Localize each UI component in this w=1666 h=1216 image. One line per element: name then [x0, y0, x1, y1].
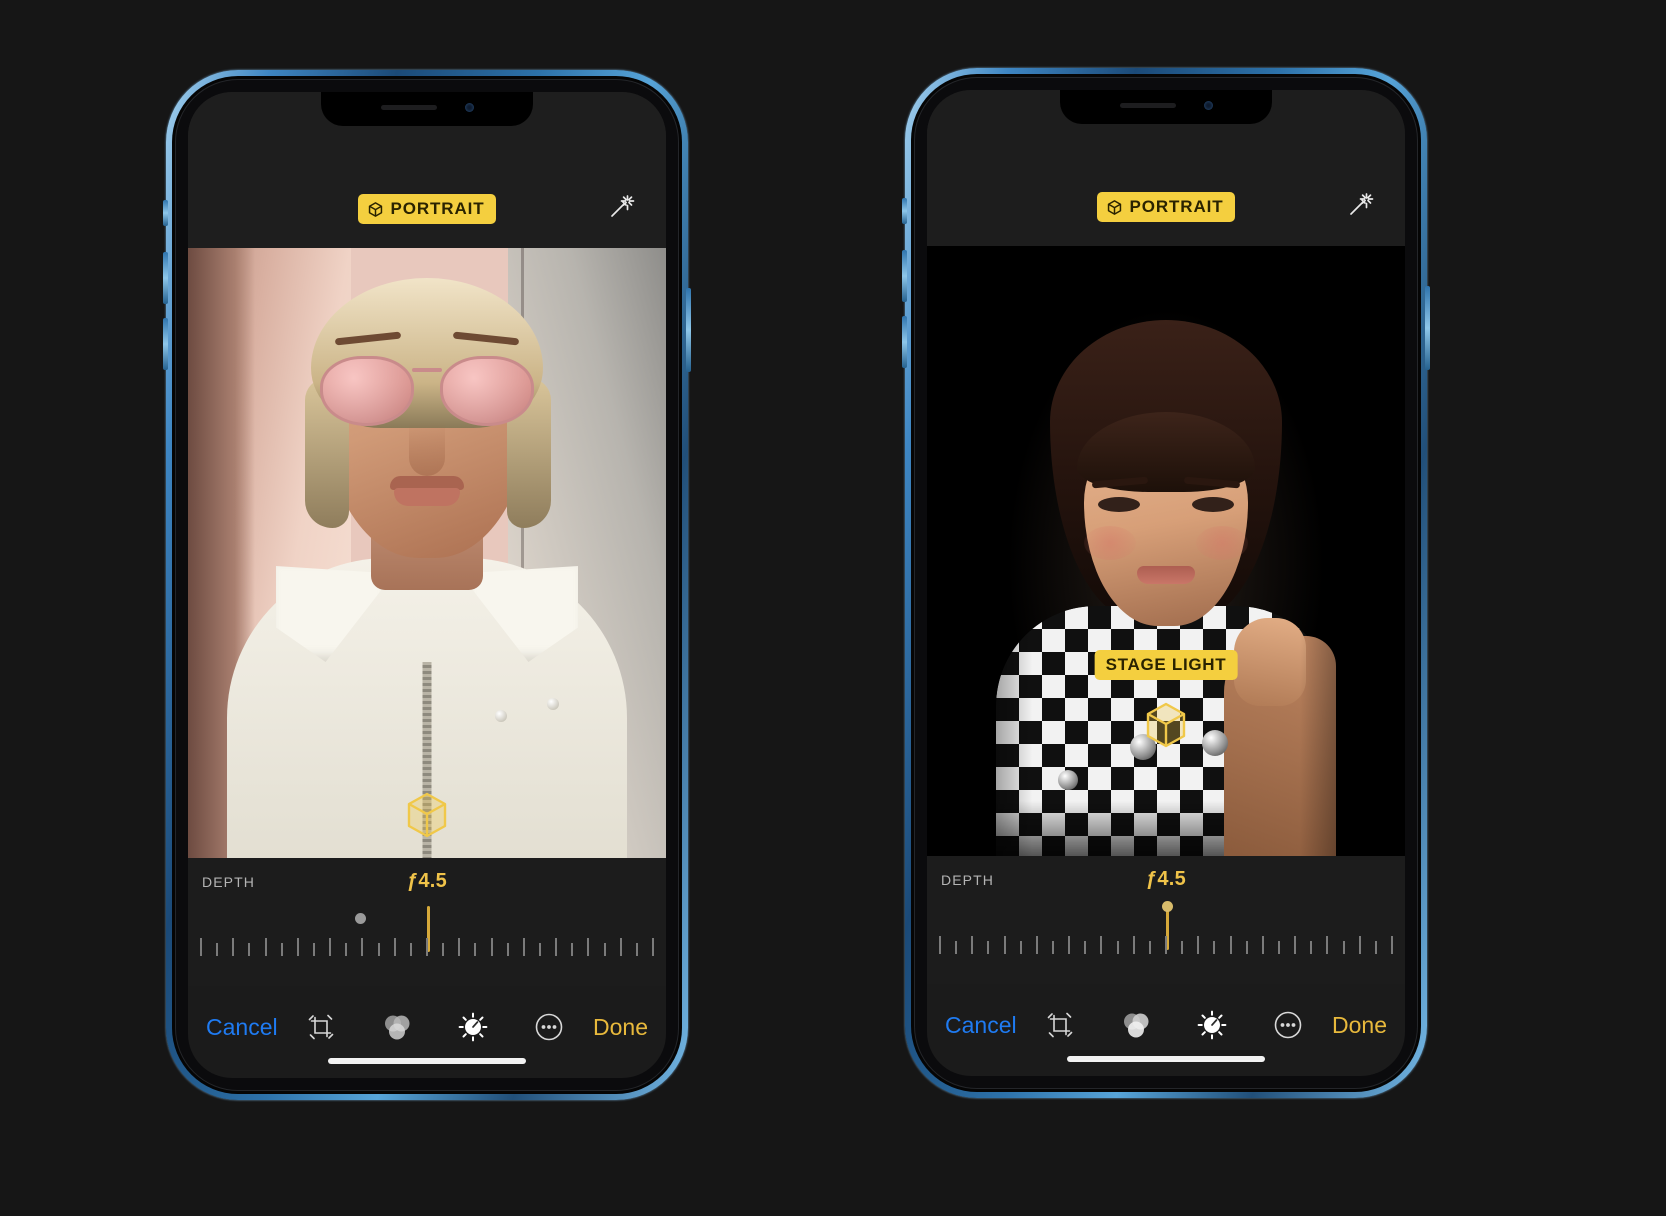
crop-icon[interactable]	[304, 1010, 338, 1044]
depth-tick-marks	[939, 934, 1393, 954]
editor-toolbar-right: Cancel Done	[927, 984, 1405, 1066]
depth-cube-icon[interactable]	[405, 791, 449, 844]
stage-light-badge[interactable]: STAGE LIGHT	[1094, 650, 1238, 680]
phone-screen-left: PORTRAIT DEPTH ƒ4.5 Cancel Done	[188, 92, 666, 1078]
depth-ruler[interactable]	[927, 901, 1405, 960]
phone-device-right: PORTRAIT STAGE LIGHT DEPTH ƒ4.5 Cancel D…	[902, 68, 1430, 1098]
depth-aperture-value: ƒ4.5	[1145, 868, 1187, 890]
depth-marker-head-dot	[1162, 901, 1173, 912]
screenshot-stage: PORTRAIT DEPTH ƒ4.5 Cancel Done PORTRAIT…	[0, 0, 1666, 1216]
cube-icon	[367, 201, 384, 218]
front-camera-icon	[464, 102, 474, 112]
depth-slider-panel-left[interactable]: DEPTH ƒ4.5	[188, 858, 666, 986]
power-button[interactable]	[686, 288, 691, 372]
earpiece-speaker-icon	[380, 104, 437, 110]
magic-wand-icon[interactable]	[1345, 190, 1375, 220]
cancel-button[interactable]: Cancel	[206, 1014, 278, 1041]
home-indicator[interactable]	[328, 1058, 526, 1064]
filters-icon[interactable]	[380, 1010, 414, 1044]
portrait-photo-sunlit-wall	[188, 248, 666, 858]
volume-down-button[interactable]	[902, 316, 907, 368]
cancel-button[interactable]: Cancel	[945, 1012, 1017, 1039]
volume-down-button[interactable]	[163, 318, 168, 370]
front-camera-icon	[1203, 100, 1213, 110]
more-ellipsis-icon[interactable]	[1271, 1008, 1305, 1042]
done-button[interactable]: Done	[1332, 1012, 1387, 1039]
portrait-mode-label: PORTRAIT	[1129, 197, 1224, 216]
power-button[interactable]	[1425, 286, 1430, 370]
notch	[321, 92, 533, 126]
stage-light-label: STAGE LIGHT	[1105, 655, 1227, 674]
portrait-mode-label: PORTRAIT	[390, 199, 485, 218]
more-ellipsis-icon[interactable]	[532, 1010, 566, 1044]
portrait-mode-badge[interactable]: PORTRAIT	[1097, 192, 1235, 222]
depth-aperture-value: ƒ4.5	[406, 870, 448, 892]
mute-switch[interactable]	[902, 198, 907, 224]
depth-slider-panel-right[interactable]: DEPTH ƒ4.5	[927, 856, 1405, 984]
volume-up-button[interactable]	[902, 250, 907, 302]
done-button[interactable]: Done	[593, 1014, 648, 1041]
phone-device-left: PORTRAIT DEPTH ƒ4.5 Cancel Done	[163, 70, 691, 1100]
depth-cube-icon[interactable]	[1144, 701, 1188, 754]
volume-up-button[interactable]	[163, 252, 168, 304]
earpiece-speaker-icon	[1119, 102, 1176, 108]
editor-toolbar-left: Cancel Done	[188, 986, 666, 1068]
cube-icon	[1106, 199, 1123, 216]
adjust-dial-icon[interactable]	[456, 1010, 490, 1044]
photo-canvas-right[interactable]: STAGE LIGHT	[927, 246, 1405, 856]
adjust-dial-icon[interactable]	[1195, 1008, 1229, 1042]
notch	[1060, 90, 1272, 124]
filters-icon[interactable]	[1119, 1008, 1153, 1042]
crop-icon[interactable]	[1043, 1008, 1077, 1042]
home-indicator[interactable]	[1067, 1056, 1265, 1062]
magic-wand-icon[interactable]	[606, 192, 636, 222]
phone-screen-right: PORTRAIT STAGE LIGHT DEPTH ƒ4.5 Cancel D…	[927, 90, 1405, 1076]
depth-label: DEPTH	[202, 874, 255, 890]
depth-tick-marks	[200, 936, 654, 956]
depth-secondary-dot	[355, 913, 367, 924]
portrait-photo-stage-light	[927, 246, 1405, 856]
mute-switch[interactable]	[163, 200, 168, 226]
depth-ruler[interactable]	[188, 906, 666, 962]
portrait-mode-badge[interactable]: PORTRAIT	[358, 194, 496, 224]
depth-label: DEPTH	[941, 872, 994, 888]
photo-canvas-left[interactable]	[188, 248, 666, 858]
